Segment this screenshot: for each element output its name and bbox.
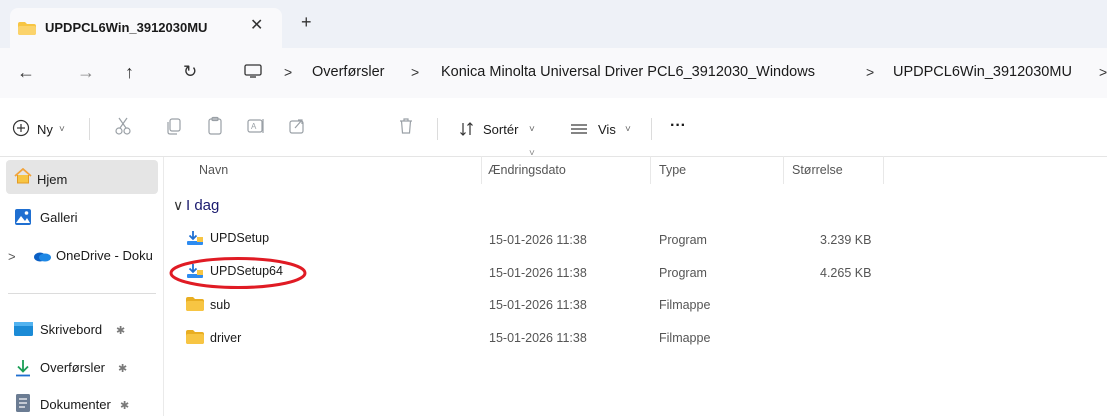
folder-icon: [186, 297, 204, 311]
column-separator: [481, 156, 482, 184]
column-header-size[interactable]: Størrelse: [792, 163, 843, 177]
file-date: 15-01-2026 11:38: [489, 298, 587, 312]
breadcrumb-separator: >: [1099, 64, 1107, 80]
column-separator: [650, 156, 651, 184]
file-name[interactable]: driver: [210, 331, 241, 345]
download-icon: [16, 360, 30, 377]
desktop-icon: [14, 322, 33, 336]
back-button[interactable]: ←: [17, 62, 35, 83]
file-date: 15-01-2026 11:38: [489, 266, 587, 280]
navigation-pane: [0, 157, 164, 416]
file-type: Program: [659, 266, 707, 280]
view-button[interactable]: Vis: [598, 122, 616, 137]
toolbar-divider: [437, 118, 438, 140]
more-options-button[interactable]: ···: [670, 117, 686, 135]
file-type: Filmappe: [659, 298, 711, 312]
sort-button[interactable]: Sortér: [483, 122, 518, 137]
file-size: 4.265 KB: [820, 266, 872, 280]
rename-icon[interactable]: A: [246, 116, 266, 136]
new-button[interactable]: Ny: [37, 122, 53, 137]
toolbar-divider: [89, 118, 90, 140]
tab-close-button[interactable]: ✕: [250, 15, 263, 35]
documents-icon: [16, 394, 30, 412]
installer-icon: [187, 231, 203, 245]
column-header-date[interactable]: Ændringsdato: [488, 163, 566, 177]
breadcrumb-separator: >: [284, 64, 293, 80]
home-icon: [14, 168, 32, 184]
cut-icon[interactable]: [113, 116, 133, 136]
view-icon[interactable]: [571, 123, 587, 135]
file-name[interactable]: sub: [210, 298, 230, 312]
breadcrumb-item-downloads[interactable]: Overførsler: [312, 64, 385, 80]
share-icon[interactable]: [287, 116, 307, 136]
expand-chevron-icon[interactable]: >: [8, 249, 16, 264]
file-size: 3.239 KB: [820, 233, 872, 247]
breadcrumb-item-konica-driver[interactable]: Konica Minolta Universal Driver PCL6_391…: [441, 64, 815, 80]
file-date: 15-01-2026 11:38: [489, 331, 587, 345]
red-highlight-oval: [169, 257, 307, 289]
chevron-down-icon: ˅: [625, 124, 631, 135]
sidebar-item-desktop[interactable]: Skrivebord: [40, 322, 102, 337]
tab-title: UPDPCL6Win_3912030MU: [45, 20, 208, 35]
paste-icon[interactable]: [205, 116, 225, 136]
column-separator: [883, 156, 884, 184]
delete-icon[interactable]: [396, 116, 416, 136]
file-type: Program: [659, 233, 707, 247]
chevron-down-icon: ˅: [59, 124, 65, 135]
onedrive-icon: [34, 252, 51, 262]
sidebar-item-onedrive[interactable]: OneDrive - Doku: [56, 248, 153, 263]
sidebar-item-downloads[interactable]: Overførsler: [40, 360, 105, 375]
refresh-button[interactable]: ↻: [183, 62, 197, 82]
file-date: 15-01-2026 11:38: [489, 233, 587, 247]
column-header-name[interactable]: Navn: [199, 163, 228, 177]
pin-icon: ✱: [116, 325, 126, 337]
sort-icon[interactable]: [459, 121, 475, 137]
breadcrumb-item-current[interactable]: UPDPCL6Win_3912030MU: [893, 64, 1072, 80]
toolbar-divider: [651, 118, 652, 140]
pin-icon: ✱: [120, 400, 130, 412]
sort-chevron-icon: ˅: [529, 148, 535, 159]
sidebar-item-gallery[interactable]: Galleri: [40, 210, 78, 225]
svg-text:A: A: [251, 122, 257, 131]
sidebar-item-documents[interactable]: Dokumenter: [40, 397, 111, 412]
new-tab-button[interactable]: +: [301, 12, 312, 33]
chevron-down-icon: ˅: [529, 124, 535, 135]
copy-icon[interactable]: [164, 116, 184, 136]
forward-button[interactable]: →: [77, 62, 95, 83]
file-name[interactable]: UPDSetup: [210, 231, 269, 245]
gallery-icon: [15, 209, 31, 225]
column-header-type[interactable]: Type: [659, 163, 686, 177]
column-separator: [783, 156, 784, 184]
sidebar-item-label: Hjem: [37, 172, 68, 187]
pin-icon: ✱: [118, 363, 128, 375]
folder-icon: [18, 22, 36, 35]
breadcrumb-separator: >: [411, 64, 420, 80]
group-header-today[interactable]: I dag: [186, 197, 219, 214]
monitor-icon[interactable]: [244, 64, 262, 78]
folder-icon: [186, 330, 204, 344]
group-chevron-icon[interactable]: ∨: [173, 197, 183, 214]
breadcrumb-separator: >: [866, 64, 875, 80]
file-type: Filmappe: [659, 331, 711, 345]
sidebar-divider: [8, 293, 156, 294]
plus-circle-icon[interactable]: [12, 119, 30, 137]
up-button[interactable]: ↑: [125, 62, 134, 83]
